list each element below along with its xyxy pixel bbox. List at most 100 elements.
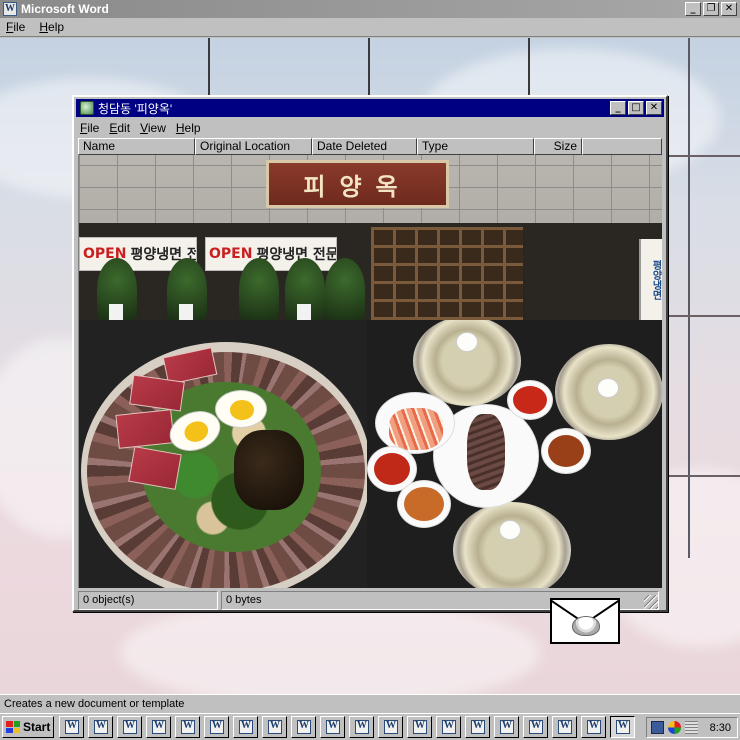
word-icon: W [3,2,17,16]
start-button[interactable]: Start [2,716,54,738]
windows-logo-icon [6,721,20,733]
meat-platter-photo [79,320,367,588]
chili-sauce [374,453,410,485]
monitor-icon[interactable] [651,721,664,734]
grid-line [668,155,740,157]
soy-vinegar-sauce [548,435,584,467]
column-header-name[interactable]: Name [78,138,195,155]
taskbar-word-button[interactable] [204,716,229,738]
storefront-lower: OPEN 평양냉면 전 OPEN 평양냉면 전문점 평양냉면 [79,223,662,320]
wooden-lattice-window [371,227,523,320]
chili-sauce [513,386,547,414]
clock[interactable]: 8:30 [710,722,737,734]
sauce-dish [541,428,591,474]
system-tray: 8:30 [646,717,738,738]
grid-line [668,315,740,317]
taskbar: Start 8:30 [0,713,740,740]
taskbar-word-button[interactable] [610,716,635,738]
menu-help[interactable]: Help [39,20,64,34]
close-icon[interactable]: ✕ [646,101,662,115]
resize-grip-icon[interactable] [644,595,658,609]
status-object-count: 0 object(s) [78,591,218,610]
taskbar-word-button[interactable] [291,716,316,738]
flower-wreath [239,258,279,320]
taskbar-word-button[interactable] [436,716,461,738]
cold-noodles-photo [367,320,662,588]
restaurant-sign: 피양옥 [266,160,449,208]
egg-half [456,332,478,352]
taskbar-word-button[interactable] [349,716,374,738]
noodle-bowl [555,344,662,440]
grid-line [668,475,740,477]
restaurant-storefront-photo: 피양옥 OPEN 평양냉면 전 OPEN 평양냉면 전문점 [79,155,662,320]
mustard-sauce [404,487,444,521]
taskbar-window-buttons [59,716,635,738]
start-label: Start [23,720,51,734]
taskbar-word-button[interactable] [407,716,432,738]
grid-line [208,38,210,96]
sauce-dish [397,480,451,528]
app-status-bar: Creates a new document or template [0,694,740,713]
column-header-original-location[interactable]: Original Location [195,138,312,155]
rice-bowl-icon [572,616,600,636]
taskbar-word-button[interactable] [552,716,577,738]
grid-line [528,38,530,96]
restore-icon[interactable]: ❐ [703,2,719,16]
app-title: Microsoft Word [21,2,109,16]
wood-ear-mushroom [234,430,304,510]
file-list-area[interactable]: 피양옥 OPEN 평양냉면 전 OPEN 평양냉면 전문점 [78,155,662,588]
taskbar-word-button[interactable] [59,716,84,738]
side-sign: 평양냉면 [639,239,662,320]
raw-beef-slice [115,409,175,449]
globe-icon[interactable] [668,721,681,734]
column-header-date-deleted[interactable]: Date Deleted [312,138,417,155]
taskbar-word-button[interactable] [88,716,113,738]
maximize-icon[interactable]: □ [628,101,644,115]
taskbar-word-button[interactable] [117,716,142,738]
menu-edit[interactable]: Edit [109,121,130,135]
grid-line [368,38,370,96]
taskbar-word-button[interactable] [320,716,345,738]
column-header-size[interactable]: Size [534,138,582,155]
menu-view[interactable]: View [140,121,166,135]
grid-line [688,38,690,558]
minimize-icon[interactable]: _ [610,101,626,115]
column-header-type[interactable]: Type [417,138,534,155]
column-headers: Name Original Location Date Deleted Type… [78,138,662,155]
column-header-filler [582,138,662,155]
sauce-dish [507,380,553,420]
flower-pot [297,304,311,320]
banner-open-text: OPEN [209,246,253,262]
minimize-icon[interactable]: _ [685,2,701,16]
taskbar-word-button[interactable] [494,716,519,738]
explorer-window-controls: _ □ ✕ [610,101,662,115]
taskbar-word-button[interactable] [175,716,200,738]
flower-wreath [325,258,365,320]
flower-pot [109,304,123,320]
noodle-bowl [453,502,571,588]
radish-kimchi [389,408,443,450]
tray-doc-icon[interactable] [685,721,698,734]
menu-help[interactable]: Help [176,121,201,135]
sliced-beef [467,414,505,490]
taskbar-word-button[interactable] [465,716,490,738]
app-window-controls: _ ❐ ✕ [685,2,737,16]
explorer-title: 청담동 '피양옥' [98,101,173,116]
mail-envelope-icon[interactable] [550,598,620,644]
taskbar-word-button[interactable] [146,716,171,738]
taskbar-word-button[interactable] [378,716,403,738]
recycle-bin-icon [80,101,94,115]
taskbar-word-button[interactable] [523,716,548,738]
explorer-titlebar[interactable]: 청담동 '피양옥' _ □ ✕ [76,99,664,117]
menu-file[interactable]: File [6,20,25,34]
taskbar-word-button[interactable] [262,716,287,738]
app-menubar: File Help [0,18,740,37]
close-icon[interactable]: ✕ [721,2,737,16]
taskbar-word-button[interactable] [233,716,258,738]
explorer-window: 청담동 '피양옥' _ □ ✕ File Edit View Help Name… [72,95,668,612]
egg-half [597,378,619,398]
menu-file[interactable]: File [80,121,99,135]
boiled-egg [215,390,267,428]
taskbar-word-button[interactable] [581,716,606,738]
explorer-menubar: File Edit View Help [78,118,201,137]
